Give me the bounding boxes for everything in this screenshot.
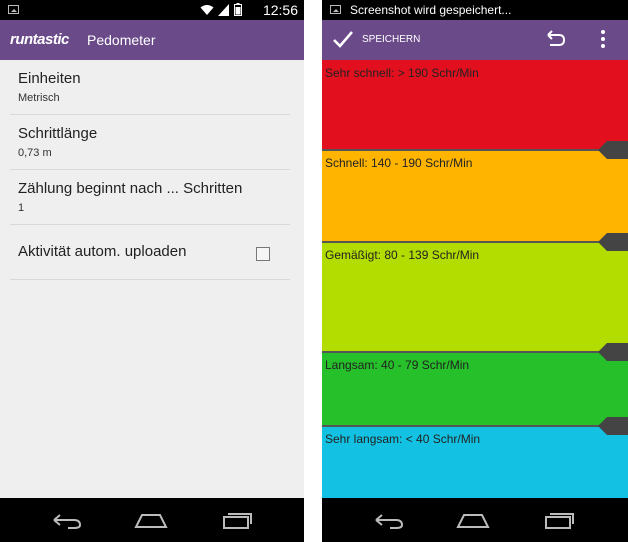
image-notification-icon [330,5,341,14]
app-title: Pedometer [87,32,156,48]
setting-value: Metrisch [18,92,60,104]
app-bar: runtastic Pedometer [0,20,304,60]
clock: 12:56 [262,2,298,18]
setting-title: Einheiten [18,70,81,87]
notification-text: Screenshot wird gespeichert... [350,3,512,17]
runtastic-logo: runtastic [10,31,69,48]
drag-handle-icon[interactable] [598,140,628,160]
signal-icon [218,4,229,16]
zone-divider [322,149,628,151]
zone-divider [322,351,628,353]
pace-zones: Sehr schnell: > 190 Schr/Min Schnell: 14… [322,60,628,498]
zone-very-fast: Sehr schnell: > 190 Schr/Min [322,60,628,150]
overflow-menu-icon[interactable] [598,28,608,50]
pace-zones-screen: Screenshot wird gespeichert... SPEICHERN… [322,0,628,542]
back-icon[interactable] [50,510,84,530]
zone-slow: Langsam: 40 - 79 Schr/Min [322,352,628,426]
auto-upload-checkbox[interactable] [256,247,270,261]
battery-icon [234,3,242,16]
pedometer-settings-screen: 12:56 runtastic Pedometer Einheiten Metr… [0,0,304,542]
action-bar: SPEICHERN [322,20,628,60]
status-bar: Screenshot wird gespeichert... [322,0,628,20]
setting-title: Schrittlänge [18,125,98,142]
zone-divider [322,425,628,427]
setting-value: 0,73 m [18,147,52,159]
zone-very-slow: Sehr langsam: < 40 Schr/Min [322,426,628,498]
home-icon[interactable] [134,510,168,530]
undo-icon[interactable] [544,28,566,50]
checkmark-icon[interactable] [332,28,354,50]
navigation-bar [322,498,628,542]
setting-step-length[interactable]: Schrittlänge 0,73 m [10,115,290,170]
setting-title: Aktivität autom. uploaden [18,243,187,260]
zone-label: Langsam: 40 - 79 Schr/Min [325,358,470,372]
back-icon[interactable] [372,510,406,530]
setting-units[interactable]: Einheiten Metrisch [10,60,290,115]
setting-value: 1 [18,202,25,214]
wifi-icon [200,5,214,15]
zone-label: Gemäßigt: 80 - 139 Schr/Min [325,248,480,262]
zone-divider [322,241,628,243]
drag-handle-icon[interactable] [598,342,628,362]
save-button[interactable]: SPEICHERN [362,34,420,45]
settings-list: Einheiten Metrisch Schrittlänge 0,73 m Z… [0,60,304,280]
drag-handle-icon[interactable] [598,232,628,252]
zone-label: Sehr langsam: < 40 Schr/Min [325,432,481,446]
setting-auto-upload[interactable]: Aktivität autom. uploaden [10,225,290,280]
image-notification-icon [8,5,19,14]
navigation-bar [0,498,304,542]
zone-label: Sehr schnell: > 190 Schr/Min [325,66,479,80]
home-icon[interactable] [456,510,490,530]
setting-title: Zählung beginnt nach ... Schritten [18,180,243,197]
recent-apps-icon[interactable] [220,510,254,530]
status-bar: 12:56 [0,0,304,20]
zone-fast: Schnell: 140 - 190 Schr/Min [322,150,628,242]
setting-count-start[interactable]: Zählung beginnt nach ... Schritten 1 [10,170,290,225]
zone-moderate: Gemäßigt: 80 - 139 Schr/Min [322,242,628,352]
zone-label: Schnell: 140 - 190 Schr/Min [325,156,473,170]
drag-handle-icon[interactable] [598,416,628,436]
recent-apps-icon[interactable] [542,510,576,530]
